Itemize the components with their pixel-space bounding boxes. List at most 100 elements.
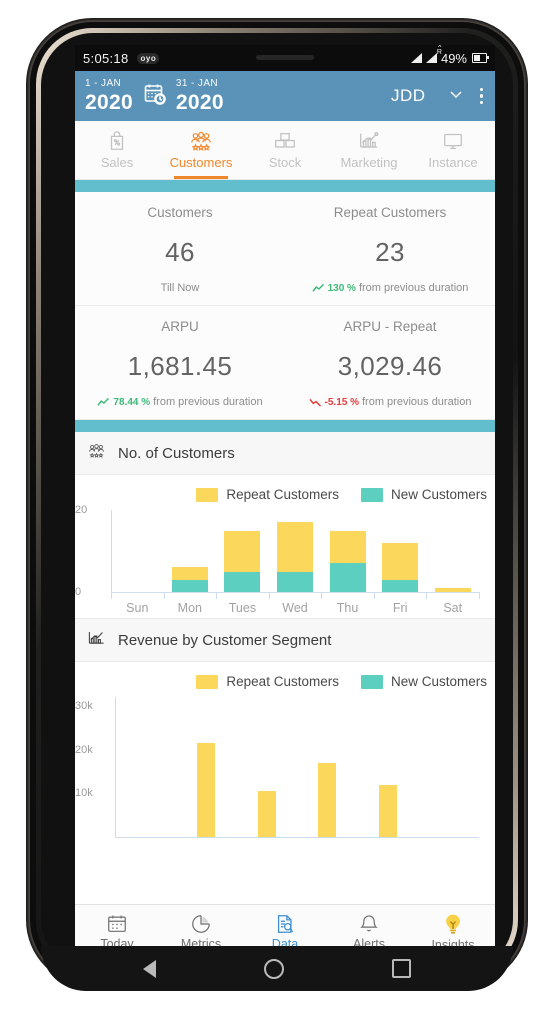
y-axis-line [115, 697, 116, 837]
kpi-customers-sub-text: Till Now [160, 282, 200, 294]
status-bar-indicators: xR 49% [410, 45, 489, 66]
bar[interactable] [318, 762, 337, 837]
x-axis-tick [426, 592, 428, 599]
screenshot-root: 5:05:18 oyo xR 49% 1 - JAN 2020 31 - JAN… [0, 0, 554, 1024]
signal-roaming-icon: xR [425, 45, 442, 63]
kpi-row-2: ARPU 1,681.45 78.44 % from previous dura… [75, 305, 495, 419]
kpi-arpu-title: ARPU [161, 319, 199, 334]
tab-instance-label: Instance [428, 155, 478, 170]
calendar-clock-icon[interactable] [143, 82, 167, 111]
bar[interactable] [277, 522, 313, 592]
x-axis-line [115, 837, 479, 838]
chart-card-no-of-customers: No. of Customers Repeat Customers New Cu… [75, 432, 495, 618]
legend-item-repeat-customers-2[interactable]: Repeat Customers [196, 674, 339, 689]
kpi-arpu[interactable]: ARPU 1,681.45 78.44 % from previous dura… [75, 306, 285, 419]
tab-customers[interactable]: Customers [159, 121, 243, 179]
trend-up-icon [312, 283, 324, 292]
recents-square-icon[interactable] [392, 959, 411, 978]
bar-segment [329, 563, 366, 592]
account-selector-label[interactable]: JDD [391, 86, 426, 106]
kpi-arpu-value: 1,681.45 [127, 351, 233, 381]
y-axis-tick-label: 20k [75, 743, 93, 756]
carrier-badge: oyo [137, 52, 160, 64]
start-date-picker[interactable]: 1 - JAN 2020 [85, 79, 133, 114]
bar[interactable] [379, 784, 397, 837]
kpi-repeat-customers-sub-text: from previous duration [358, 282, 469, 294]
kpi-card-primary: Customers 46 Till Now Repeat Customers 2… [75, 192, 495, 420]
tab-customers-label: Customers [169, 155, 233, 170]
kpi-customers-sub: Till Now [79, 282, 281, 294]
x-axis-label: Fri [392, 601, 408, 615]
x-axis-tick [268, 592, 270, 599]
legend-label-new-2: New Customers [390, 674, 487, 689]
kpi-arpu-repeat[interactable]: ARPU - Repeat 3,029.46 -5.15 % from prev… [285, 306, 495, 419]
tab-marketing[interactable]: Marketing [327, 121, 411, 179]
legend-label-repeat: Repeat Customers [226, 487, 339, 502]
legend-item-new-customers[interactable]: New Customers [360, 487, 487, 502]
x-axis-tick [111, 592, 112, 599]
bar[interactable] [382, 542, 419, 592]
lightbulb-icon [446, 914, 460, 934]
category-tab-bar: Sales Customers Stock Marketing Instance [75, 121, 495, 180]
bar[interactable] [224, 530, 261, 592]
kpi-repeat-customers-value: 23 [375, 237, 405, 267]
bar-segment [277, 522, 313, 572]
kpi-arpu-pct: 78.44 % [113, 396, 151, 408]
phone-screen: 5:05:18 oyo xR 49% 1 - JAN 2020 31 - JAN… [75, 45, 495, 959]
end-date-picker[interactable]: 31 - JAN 2020 [176, 79, 224, 114]
legend-swatch-repeat-2 [196, 674, 219, 689]
legend-item-repeat-customers[interactable]: Repeat Customers [196, 487, 339, 502]
kebab-menu-icon[interactable] [479, 87, 483, 105]
x-axis-label: Wed [282, 601, 308, 615]
chevron-down-icon[interactable] [448, 86, 464, 107]
x-axis-tick [479, 592, 480, 599]
bar-segment [382, 542, 419, 580]
accent-band-top [75, 180, 495, 192]
bar-segment [277, 571, 313, 592]
chart-2-plot-area: 10k 20k 30k [75, 697, 495, 838]
x-axis-label: Tues [228, 601, 257, 615]
bar-segment [257, 791, 276, 837]
back-triangle-icon[interactable] [143, 959, 156, 978]
kpi-customers[interactable]: Customers 46 Till Now [75, 192, 285, 305]
kpi-arpu-sub: 78.44 % from previous duration [79, 396, 281, 408]
chart-2-header: Revenue by Customer Segment [75, 619, 495, 662]
x-axis-tick [321, 592, 323, 599]
kpi-arpu-repeat-sub-text: from previous duration [362, 396, 472, 408]
tab-stock-label: Stock [268, 155, 302, 170]
kpi-repeat-customers-sub: 130 % from previous duration [289, 282, 491, 294]
legend-label-new: New Customers [390, 487, 487, 502]
tab-instance[interactable]: Instance [411, 121, 495, 179]
bar[interactable] [257, 791, 276, 837]
bar[interactable] [171, 567, 208, 592]
signal-icon [410, 53, 422, 63]
trend-up-icon [97, 397, 110, 406]
x-axis-label: Thu [336, 601, 359, 615]
tab-sales-label: Sales [100, 155, 134, 170]
bar[interactable] [434, 587, 471, 592]
bar-chart-icon [87, 630, 106, 650]
kpi-repeat-customers[interactable]: Repeat Customers 23 130 % from previous … [285, 192, 495, 305]
legend-item-new-customers-2[interactable]: New Customers [360, 674, 487, 689]
tab-stock[interactable]: Stock [243, 121, 327, 179]
bar[interactable] [329, 530, 366, 592]
chart-card-revenue-by-segment: Revenue by Customer Segment Repeat Custo… [75, 618, 495, 838]
chart-2-title: Revenue by Customer Segment [118, 631, 332, 649]
bar-segment [197, 742, 215, 837]
tab-sales[interactable]: Sales [75, 121, 159, 179]
kpi-customers-title: Customers [147, 205, 213, 220]
bar-segment [434, 587, 471, 592]
bar-segment [224, 571, 261, 592]
status-bar-clock: 5:05:18 [83, 50, 129, 66]
kpi-arpu-repeat-pct: -5.15 % [324, 396, 359, 408]
tab-marketing-label: Marketing [340, 155, 398, 170]
x-axis-tick [373, 592, 375, 599]
accent-band-middle [75, 420, 495, 432]
kpi-arpu-repeat-value: 3,029.46 [337, 351, 443, 381]
bar[interactable] [197, 742, 215, 837]
tab-active-underline [174, 176, 228, 179]
chart-2-legend: Repeat Customers New Customers [75, 662, 495, 693]
x-axis-label: Sun [126, 601, 149, 615]
y-axis-tick-label: 10k [75, 787, 93, 800]
home-circle-icon[interactable] [264, 958, 284, 979]
